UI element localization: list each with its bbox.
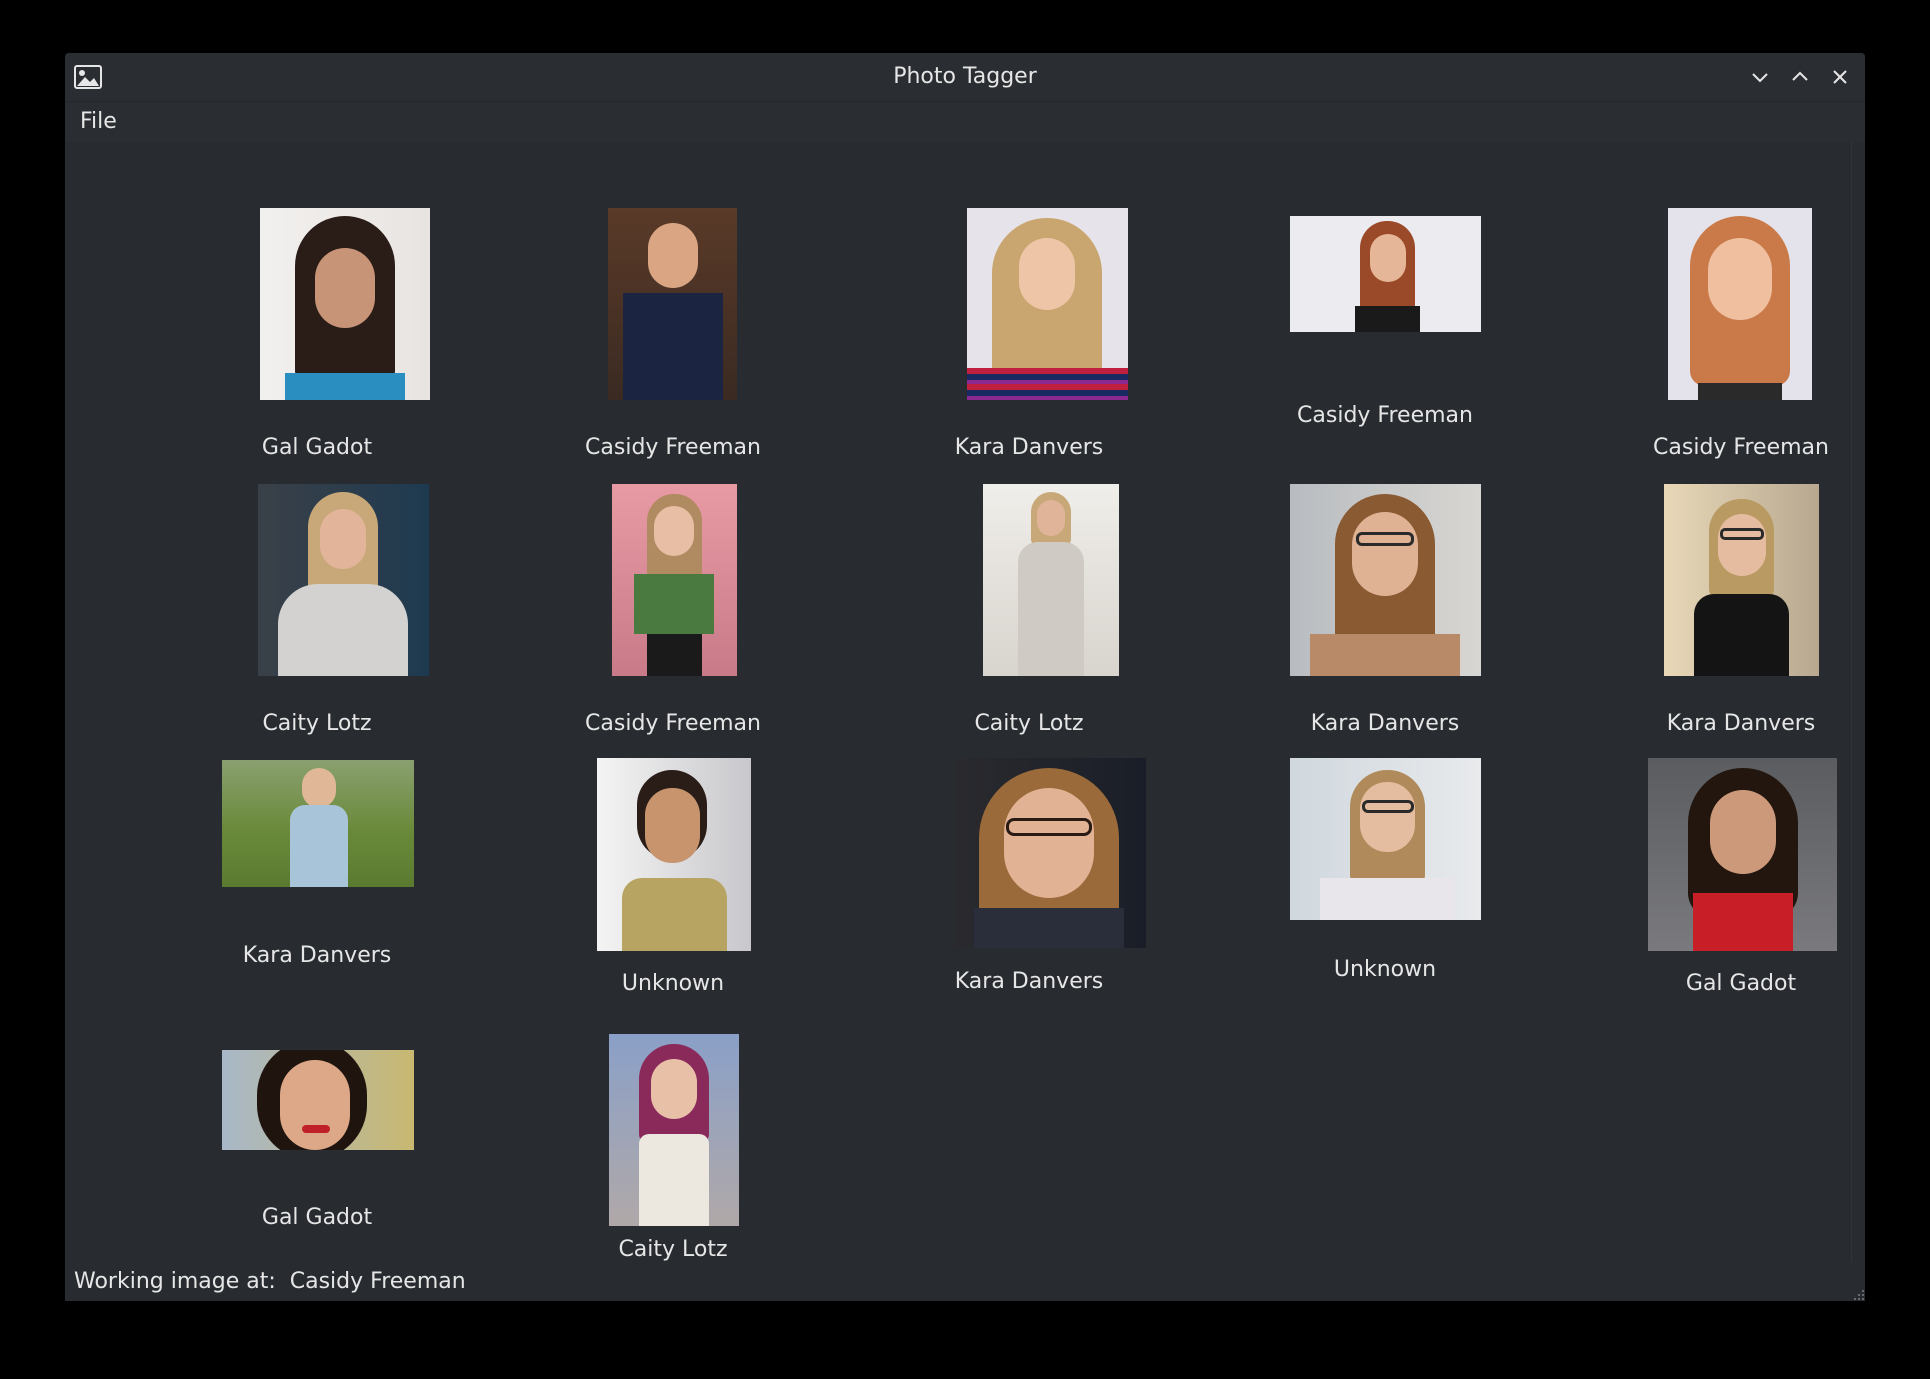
minimize-button[interactable] [1748, 65, 1772, 89]
window-title: Photo Tagger [893, 64, 1037, 89]
photo-label: Unknown [621, 971, 725, 996]
photo-thumbnail [1290, 758, 1481, 920]
close-button[interactable] [1828, 65, 1852, 89]
photo-label: Gal Gadot [261, 1205, 373, 1230]
photo-label: Gal Gadot [261, 435, 373, 460]
photo-thumbnail [258, 484, 429, 676]
photo-label: Kara Danvers [1310, 711, 1460, 736]
photo-tile[interactable]: Kara Danvers [157, 760, 477, 1036]
photo-label: Caity Lotz [262, 711, 372, 736]
photo-thumbnail [222, 760, 414, 887]
minimize-icon [1752, 73, 1768, 83]
photo-thumbnail [222, 1050, 414, 1150]
photo-grid: Gal Gadot Casidy Freeman Kara Danvers Ca… [65, 142, 1851, 1262]
grid-scrollbar[interactable] [1851, 142, 1865, 1262]
photo-label: Caity Lotz [974, 711, 1084, 736]
photo-thumbnail [260, 208, 430, 400]
photo-tile[interactable]: Unknown [513, 758, 833, 1036]
photo-label: Casidy Freeman [585, 711, 761, 736]
status-text: Working image at: Casidy Freeman [74, 1268, 466, 1296]
photo-tile[interactable]: Kara Danvers [1225, 484, 1545, 760]
title-bar[interactable]: Photo Tagger [65, 53, 1865, 102]
photo-thumbnail [597, 758, 751, 951]
photo-thumbnail [1668, 208, 1812, 400]
photo-tile[interactable]: Caity Lotz [869, 484, 1189, 760]
photo-label: Gal Gadot [1685, 971, 1797, 996]
status-bar: Working image at: Casidy Freeman [65, 1262, 1865, 1301]
resize-grip-icon[interactable] [1849, 1285, 1865, 1301]
photo-label: Kara Danvers [954, 435, 1104, 460]
photo-tile[interactable]: Kara Danvers [869, 758, 1189, 1036]
photo-label: Kara Danvers [954, 969, 1104, 994]
photo-thumbnail [1290, 484, 1481, 676]
photo-thumbnail [1290, 216, 1481, 332]
photo-label: Kara Danvers [1666, 711, 1816, 736]
photo-tile[interactable]: Kara Danvers [1581, 484, 1865, 760]
photo-tile[interactable]: Gal Gadot [1581, 758, 1865, 1036]
photo-thumbnail [1664, 484, 1819, 676]
maximize-button[interactable] [1788, 65, 1812, 89]
photo-thumbnail [609, 1034, 739, 1226]
photo-thumbnail [983, 484, 1119, 676]
photo-thumbnail [1648, 758, 1837, 951]
photo-tile[interactable]: Casidy Freeman [513, 484, 833, 760]
photo-tile[interactable]: Gal Gadot [157, 208, 477, 484]
photo-label: Casidy Freeman [585, 435, 761, 460]
photo-tile[interactable]: Casidy Freeman [513, 208, 833, 484]
maximize-icon [1792, 71, 1808, 81]
photo-thumbnail [954, 758, 1146, 948]
photo-tile[interactable]: Casidy Freeman [1225, 208, 1545, 484]
photo-tile[interactable]: Kara Danvers [869, 208, 1189, 484]
status-current-image: Casidy Freeman [289, 1269, 466, 1294]
photo-label: Casidy Freeman [1653, 435, 1829, 460]
close-icon [1833, 70, 1847, 84]
photo-thumbnail [967, 208, 1128, 400]
photo-thumbnail [608, 208, 737, 400]
photo-label: Casidy Freeman [1297, 403, 1473, 428]
photo-label: Kara Danvers [242, 943, 392, 968]
photo-label: Caity Lotz [618, 1237, 728, 1262]
status-prefix: Working image at: [74, 1269, 290, 1294]
photo-tagger-window: Photo Tagger File Gal Gadot Casidy Freem… [65, 53, 1865, 1301]
menu-file[interactable]: File [80, 102, 117, 142]
menu-bar: File [65, 102, 1865, 142]
photo-thumbnail [612, 484, 737, 676]
photo-tile[interactable]: Caity Lotz [157, 484, 477, 760]
photo-tile[interactable]: Casidy Freeman [1581, 208, 1865, 484]
photo-tile[interactable]: Unknown [1225, 758, 1545, 1036]
photo-label: Unknown [1333, 957, 1437, 982]
